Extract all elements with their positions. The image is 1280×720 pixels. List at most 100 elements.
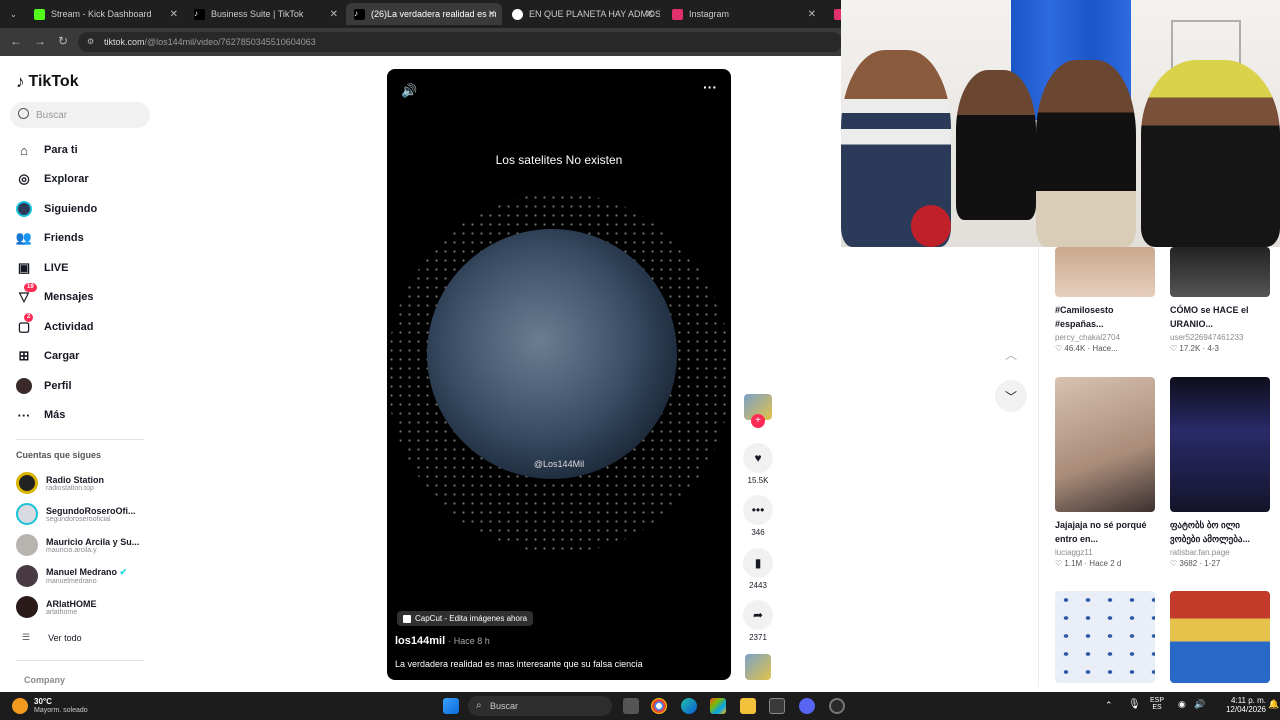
- account-handle: manuelmedrano: [46, 578, 97, 585]
- video-title: #Camilosesto #españas...: [1055, 305, 1114, 329]
- video-overlay-text: Los satelites No existen: [495, 153, 623, 167]
- author-avatar[interactable]: +: [742, 394, 774, 428]
- video-watermark: @Los144Mil: [533, 459, 585, 469]
- video-author[interactable]: los144mil · Hace 8 h: [395, 635, 490, 647]
- store-icon[interactable]: [769, 698, 785, 714]
- close-icon[interactable]: ✕: [330, 9, 338, 20]
- task-view-icon[interactable]: [623, 698, 639, 714]
- sidebar-item-label: Mensajes: [44, 291, 94, 303]
- account-segundo-rosero[interactable]: SegundoRoseroOfi... segundoroserooficial: [16, 503, 136, 525]
- like-button[interactable]: ♥ 15.5K: [742, 443, 774, 485]
- close-icon[interactable]: ✕: [646, 9, 654, 20]
- share-button[interactable]: ➦ 2371: [742, 600, 774, 642]
- more-options-icon[interactable]: ···: [703, 79, 717, 95]
- chevron-down-icon: ﹀: [1004, 389, 1017, 404]
- sidebar-item-siguiendo[interactable]: Siguiendo: [16, 199, 97, 219]
- account-radio-station[interactable]: Radio Station radiostation.top: [16, 472, 104, 494]
- reload-icon[interactable]: ↻: [58, 34, 68, 48]
- save-button[interactable]: ▮ 2443: [742, 548, 774, 590]
- tab-instagram[interactable]: Instagram ✕: [664, 3, 822, 25]
- close-icon[interactable]: ✕: [808, 9, 816, 20]
- related-video-card[interactable]: [1170, 591, 1270, 683]
- notification-icon[interactable]: 🔔: [1268, 699, 1279, 710]
- comment-icon: •••: [743, 495, 773, 525]
- account-mauricio-arcila[interactable]: Mauricio Arcila y Su... mauricio.arcila.y: [16, 534, 139, 556]
- lang-variant: ES: [1152, 704, 1162, 711]
- back-icon[interactable]: ←: [10, 34, 22, 48]
- account-name: Manuel Medrano: [46, 567, 118, 577]
- file-explorer-icon[interactable]: [740, 698, 756, 714]
- sidebar-item-para-ti[interactable]: ⌂ Para ti: [16, 140, 78, 160]
- footer-company-link[interactable]: Company: [24, 675, 65, 685]
- tab-planeta[interactable]: EN QUE PLANETA HAY ADMOS ✕: [504, 3, 660, 25]
- related-video-card[interactable]: #Camilosesto #españas... percy_chakal270…: [1055, 247, 1155, 353]
- comment-button[interactable]: ••• 346: [742, 495, 774, 537]
- sidebar-item-label: LIVE: [44, 262, 69, 274]
- microphone-icon[interactable]: 🎙: [1128, 699, 1141, 710]
- sidebar-item-perfil[interactable]: Perfil: [16, 376, 72, 396]
- related-video-card[interactable]: ფატობს ბო ილი ვობები ამოლება... ratisbar…: [1170, 377, 1270, 568]
- obs-icon[interactable]: [829, 698, 845, 714]
- sidebar-item-explorar[interactable]: ◎ Explorar: [16, 169, 89, 189]
- kick-icon: [34, 8, 45, 20]
- site-info-icon[interactable]: ⚙: [87, 37, 94, 46]
- chrome-icon[interactable]: [651, 698, 667, 714]
- start-icon[interactable]: [443, 698, 459, 714]
- music-disc[interactable]: [742, 654, 774, 680]
- discord-icon[interactable]: [799, 698, 815, 714]
- volume-icon[interactable]: 🔊: [1194, 699, 1205, 710]
- account-arlathome[interactable]: ARlatHOME arlathome: [16, 596, 97, 618]
- avatar: [16, 565, 38, 587]
- url-input[interactable]: ⚙ tiktok.com/@los144mil/video/7627850345…: [78, 32, 842, 52]
- sidebar-item-mensajes[interactable]: ▽ 19 Mensajes: [16, 283, 94, 307]
- sidebar-item-actividad[interactable]: ▢ 2 Actividad: [16, 313, 94, 337]
- video-meta: ♡ 46.4K · Hace...: [1055, 344, 1118, 353]
- related-video-card[interactable]: Jajajaja no sé porqué entro en... luciag…: [1055, 377, 1155, 568]
- forward-icon[interactable]: →: [34, 34, 46, 48]
- related-video-card[interactable]: [1055, 591, 1155, 683]
- volume-icon[interactable]: 🔊: [401, 83, 417, 99]
- account-handle: radiostation.top: [46, 484, 94, 492]
- taskbar: 30°C Mayorm. soleado ⌕ Buscar ⌃ 🎙 ESP ES…: [0, 692, 1280, 720]
- tab-tiktok-video[interactable]: ♪ (26)La verdadera realidad es m ✕: [346, 3, 502, 25]
- copilot-icon[interactable]: [710, 698, 726, 714]
- tab-business-suite[interactable]: ♪ Business Suite | TikTok ✕: [186, 3, 344, 25]
- tab-instagram-2[interactable]: [826, 3, 842, 25]
- tab-list-button[interactable]: ⌄: [2, 3, 18, 25]
- weather-desc: Mayorm. soleado: [34, 707, 88, 714]
- account-name: Radio Station: [46, 474, 104, 485]
- close-icon[interactable]: ✕: [170, 9, 178, 20]
- sidebar-item-label: Explorar: [44, 173, 89, 185]
- sidebar-item-label: Más: [44, 409, 66, 421]
- language-indicator[interactable]: ESP ES: [1150, 697, 1164, 711]
- weather-temp: 30°C: [34, 697, 52, 706]
- weather-icon[interactable]: [12, 698, 28, 714]
- sidebar-item-label: Perfil: [44, 380, 72, 392]
- next-video-button[interactable]: ﹀: [995, 380, 1027, 412]
- chevron-up-icon[interactable]: ⌃: [1105, 700, 1113, 711]
- music-disc-icon: [745, 654, 771, 680]
- sidebar-item-cargar[interactable]: ⊞ Cargar: [16, 346, 80, 366]
- tiktok-logo[interactable]: ♪ TikTok: [16, 72, 79, 92]
- previous-video-button[interactable]: ︿: [995, 338, 1027, 370]
- tab-kick[interactable]: Stream - Kick Dashboard ✕: [26, 3, 184, 25]
- clock[interactable]: 4:11 p. m. 12/04/2026: [1214, 696, 1266, 714]
- taskbar-search[interactable]: ⌕ Buscar: [468, 696, 612, 716]
- edge-icon[interactable]: [681, 698, 697, 714]
- sidebar-item-live[interactable]: ▣ LIVE: [16, 258, 69, 278]
- logo-text: TikTok: [28, 73, 79, 90]
- save-count: 2443: [749, 581, 767, 590]
- related-video-card[interactable]: CÓMO se HACE el URANIO... user5226947461…: [1170, 247, 1270, 353]
- follow-plus-icon[interactable]: +: [751, 414, 765, 428]
- account-manuel-medrano[interactable]: Manuel Medrano ✔ manuelmedrano: [16, 565, 127, 587]
- see-all-link[interactable]: ☰ Ver todo: [16, 632, 82, 643]
- profile-icon: [16, 378, 32, 394]
- sidebar-item-mas[interactable]: ··· Más: [16, 405, 66, 425]
- live-icon: ▣: [17, 260, 31, 275]
- close-icon[interactable]: ✕: [488, 9, 496, 20]
- capcut-link[interactable]: CapCut - Edita imágenes ahora: [397, 611, 534, 626]
- sidebar-item-friends[interactable]: 👥 Friends: [16, 228, 84, 248]
- wifi-icon[interactable]: ◉: [1178, 699, 1186, 710]
- video-player[interactable]: 🔊 ··· Los satelites No existen @Los144Mi…: [387, 69, 731, 680]
- search-input[interactable]: Buscar: [10, 102, 150, 128]
